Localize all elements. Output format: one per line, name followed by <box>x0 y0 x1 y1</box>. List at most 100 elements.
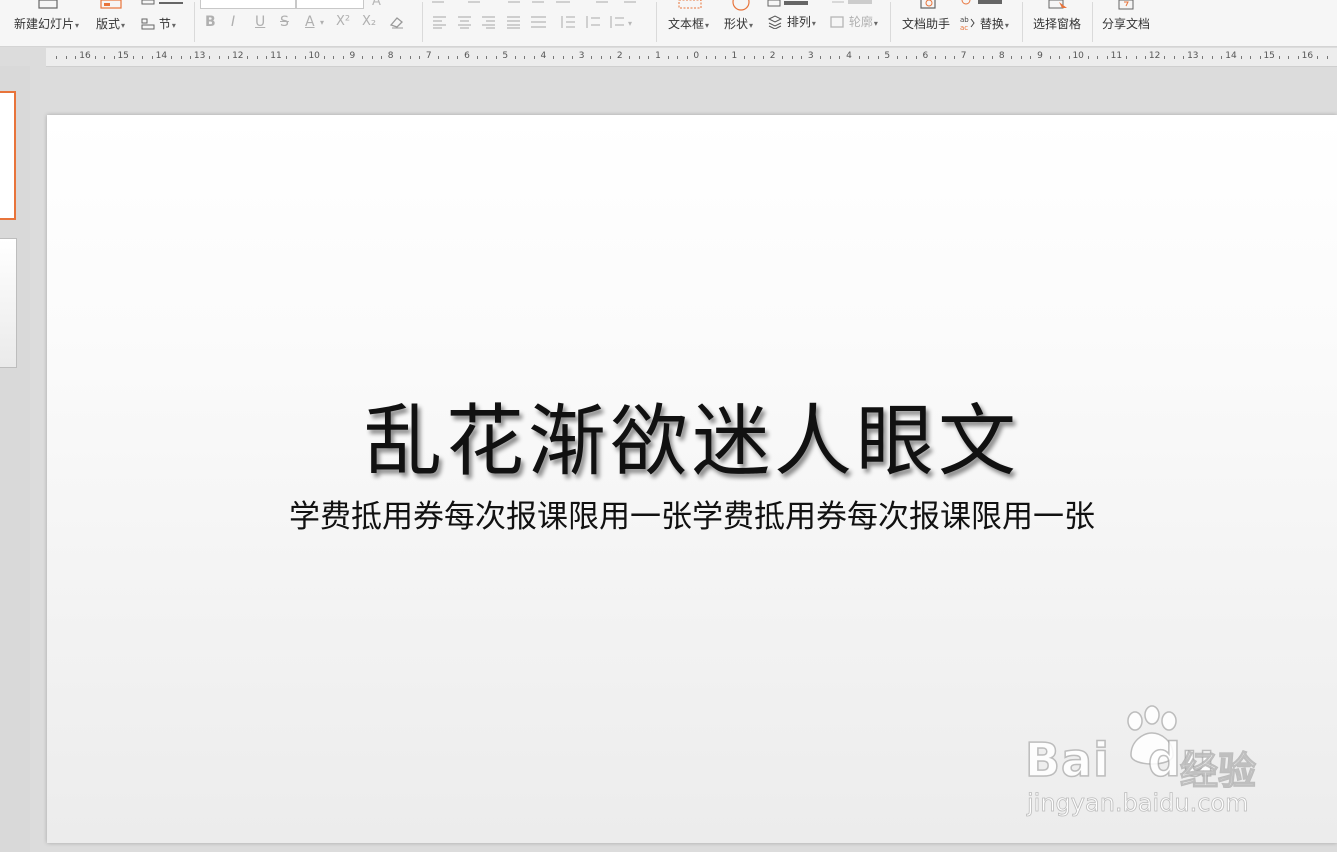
slide-thumbnail-selected[interactable] <box>0 91 16 220</box>
line-spacing-icon[interactable] <box>559 14 577 30</box>
arrange-button[interactable]: 排列▾ <box>767 15 816 31</box>
find-icon[interactable] <box>960 0 1010 6</box>
paragraph-row-top-icons <box>432 1 636 3</box>
chevron-down-icon: ▾ <box>873 19 878 28</box>
ruler-tick-mark <box>954 56 956 59</box>
selection-pane-icon[interactable] <box>1045 0 1071 12</box>
doc-helper-label: 文档助手 <box>902 17 951 31</box>
ruler-tick-mark <box>877 56 879 59</box>
ruler-tick-mark <box>629 56 631 59</box>
font-size-input[interactable] <box>296 0 364 9</box>
chevron-down-icon: ▾ <box>75 21 80 30</box>
ruler-tick-mark <box>104 56 106 59</box>
text-box-button[interactable]: 文本框▾ <box>668 17 709 33</box>
selection-pane-label: 选择窗格 <box>1033 17 1082 31</box>
bold-button[interactable]: B <box>205 14 216 30</box>
ruler-tick-label: 1 <box>731 51 738 61</box>
superscript-button[interactable]: X² <box>336 14 350 29</box>
new-slide-button[interactable]: 新建幻灯片▾ <box>14 17 79 33</box>
watermark-brand-start: Bai <box>1024 732 1110 788</box>
picture-icon[interactable] <box>767 0 817 8</box>
ruler-tick-mark <box>1183 56 1185 59</box>
ruler-tick-mark <box>514 56 516 59</box>
eraser-icon[interactable] <box>389 15 405 29</box>
ruler-tick-mark <box>151 56 153 59</box>
paragraph-spacing-icon[interactable] <box>584 14 602 30</box>
replace-label: 替换 <box>979 17 1004 31</box>
ruler-tick-mark <box>552 56 554 59</box>
ruler-tick-mark <box>648 56 650 59</box>
distributed-icon[interactable] <box>530 15 548 29</box>
shape-icon[interactable] <box>727 0 753 12</box>
doc-helper-button[interactable]: 文档助手 <box>902 17 950 31</box>
strikethrough-button[interactable]: S <box>280 14 289 30</box>
chevron-down-icon[interactable]: ▾ <box>320 18 324 27</box>
ruler-tick-mark <box>1011 56 1013 59</box>
shape-label: 形状 <box>724 17 749 31</box>
slide-title[interactable]: 乱花渐欲迷人眼文 <box>47 397 1337 487</box>
svg-text:ab: ab <box>960 16 969 24</box>
outline-icon <box>830 16 844 28</box>
ruler-tick-mark <box>1030 56 1032 59</box>
text-box-icon[interactable] <box>677 0 703 10</box>
share-doc-icon[interactable] <box>1116 0 1136 12</box>
ruler-tick-mark <box>333 56 335 59</box>
ruler-tick-mark <box>858 56 860 59</box>
layout-icon[interactable] <box>100 0 122 10</box>
font-name-input[interactable] <box>200 0 296 9</box>
ruler-tick-mark <box>1164 56 1166 59</box>
subscript-button[interactable]: X₂ <box>362 14 376 29</box>
ruler-tick-mark <box>65 56 67 59</box>
ruler-tick-mark <box>304 56 306 59</box>
section-top-icon[interactable] <box>141 0 185 6</box>
underline-button[interactable]: U <box>255 14 265 30</box>
shape-button[interactable]: 形状▾ <box>724 17 753 33</box>
ruler-tick-mark <box>906 56 908 59</box>
outline-button[interactable]: 轮廓▾ <box>829 15 878 31</box>
ruler-tick-mark <box>1278 56 1280 59</box>
ruler-tick-label: 0 <box>693 51 700 61</box>
ruler-tick-mark <box>409 56 411 59</box>
share-doc-button[interactable]: 分享文档 <box>1102 17 1150 31</box>
justify-icon[interactable] <box>506 15 522 29</box>
ribbon-toolbar: 新建幻灯片▾ 版式▾ 节▾ A B I U S A ▾ X² X₂ ▾ 文本框▾… <box>0 0 1337 47</box>
ruler-tick-mark <box>610 56 612 59</box>
ruler-tick-mark <box>94 56 96 59</box>
align-center-icon[interactable] <box>457 15 473 29</box>
ruler-tick-mark <box>180 56 182 59</box>
baidu-jingyan-watermark: Bai du 经验 jingyan.baidu.com <box>1024 705 1275 825</box>
selection-pane-button[interactable]: 选择窗格 <box>1033 17 1081 31</box>
fill-icon[interactable] <box>830 0 880 6</box>
ruler-tick-label: 14 <box>1225 51 1237 61</box>
align-left-icon[interactable] <box>432 15 448 29</box>
align-right-icon[interactable] <box>481 15 497 29</box>
watermark-url: jingyan.baidu.com <box>1027 789 1249 818</box>
new-slide-icon[interactable] <box>37 0 59 10</box>
slide-thumbnail[interactable] <box>0 238 17 368</box>
ruler-tick-label: 5 <box>502 51 509 61</box>
ruler-tick-mark <box>1297 56 1299 59</box>
replace-button[interactable]: ab ac 替换▾ <box>960 15 1009 33</box>
spacing-dropdown-icon[interactable]: ▾ <box>608 14 636 30</box>
ruler-tick-mark <box>944 56 946 59</box>
italic-button[interactable]: I <box>231 14 235 30</box>
ruler-tick-mark <box>400 56 402 59</box>
ruler-tick-label: 14 <box>155 51 168 61</box>
ribbon-divider <box>194 2 195 42</box>
ruler-tick-mark <box>791 56 793 59</box>
slide-subtitle[interactable]: 学费抵用券每次报课限用一张学费抵用券每次报课限用一张 <box>47 497 1337 537</box>
ruler-tick-label: 7 <box>960 51 967 61</box>
font-color-button[interactable]: A <box>305 14 315 30</box>
ruler-tick-mark <box>1135 56 1137 59</box>
layout-button[interactable]: 版式▾ <box>96 17 125 33</box>
doc-helper-icon[interactable] <box>915 0 941 12</box>
ruler-tick-mark <box>381 56 383 59</box>
font-grow-icon[interactable]: A <box>372 0 381 9</box>
ruler-tick-mark <box>973 56 975 59</box>
ruler-tick-label: 16 <box>1301 51 1314 61</box>
ruler-tick-mark <box>915 56 917 59</box>
ruler-tick-label: 13 <box>1187 51 1199 61</box>
horizontal-ruler[interactable]: 16 15 14 13 12 11 10 9 8 7 6 5 4 3 2 1 0 1 2 3 4 5 6 7 8 9 10 11 12 1… <box>46 48 1337 67</box>
section-button[interactable]: 节▾ <box>141 17 176 33</box>
chevron-down-icon: ▾ <box>171 21 176 30</box>
